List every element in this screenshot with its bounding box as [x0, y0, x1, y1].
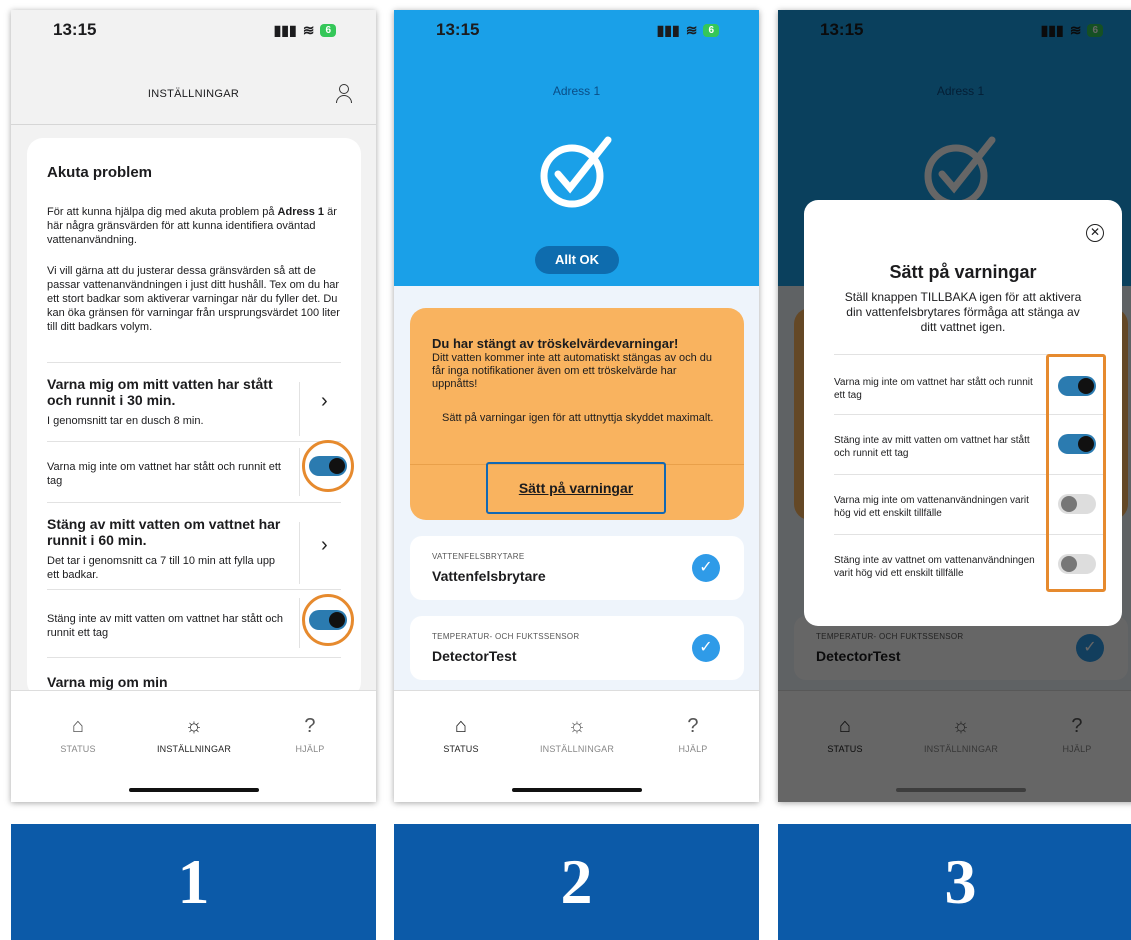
step-label: 1 — [11, 824, 376, 940]
help-icon: ? — [687, 715, 699, 737]
modal-row-label: Varna mig inte om vattenanvändningen var… — [834, 495, 1029, 519]
modal-row-label: Stäng inte av vattnet om vattenanvändnin… — [834, 555, 1035, 579]
highlight-box — [1046, 354, 1106, 592]
tab-status[interactable]: ⌂STATUS — [406, 715, 516, 754]
status-icons: ▮▮▮ ≋ 6 — [657, 22, 719, 39]
sensor-card[interactable]: TEMPERATUR- OCH FUKTSSENSOR DetectorTest… — [410, 616, 744, 680]
warning-card: Du har stängt av tröskelvärdevarningar! … — [410, 308, 744, 520]
profile-icon[interactable] — [334, 82, 354, 104]
chevron-right-icon[interactable]: › — [321, 390, 328, 413]
check-icon: ✓ — [692, 634, 720, 662]
tab-help[interactable]: ?HJÄLP — [255, 715, 365, 754]
sensor-caption: TEMPERATUR- OCH FUKTSSENSOR — [432, 632, 580, 641]
sensor-card[interactable]: VATTENFELSBRYTARE Vattenfelsbrytare ✓ — [410, 536, 744, 600]
wifi-icon: ≋ — [685, 21, 698, 38]
home-icon: ⌂ — [71, 715, 85, 737]
battery-icon: 6 — [320, 23, 336, 37]
phone-screen-settings: 13:15 ▮▮▮ ≋ 6 INSTÄLLNINGAR Akuta problem … — [11, 10, 376, 802]
step-labels: 1 2 3 — [0, 824, 1131, 940]
setting-2-title[interactable]: Stäng av mitt vatten om vattnet har runn… — [47, 516, 287, 548]
modal-subtitle: Ställ knappen TILLBAKA igen för att akti… — [844, 290, 1082, 334]
status-icons: ▮▮▮ ≋ 6 — [274, 22, 336, 39]
setting-1-title[interactable]: Varna mig om mitt vatten har stått och r… — [47, 376, 287, 408]
home-indicator — [511, 788, 642, 792]
setting-1-toggle-label: Varna mig inte om vattnet har stått och … — [47, 461, 281, 487]
setting-1-subtitle: I genomsnitt tar en dusch 8 min. — [47, 415, 204, 427]
tab-help[interactable]: ?HJÄLP — [638, 715, 748, 754]
enable-warnings-link[interactable]: Sätt på varningar — [486, 480, 666, 496]
tab-bar: ⌂STATUS ☼INSTÄLLNINGAR ?HJÄLP — [394, 690, 759, 802]
sensor-name: DetectorTest — [432, 648, 517, 664]
setting-3-title[interactable]: Varna mig om min — [47, 674, 168, 690]
status-bar: 13:15 ▮▮▮ ≋ 6 — [11, 10, 376, 68]
signal-icon: ▮▮▮ — [656, 21, 680, 38]
setting-2-toggle-label: Stäng inte av mitt vatten om vattnet har… — [47, 613, 284, 639]
modal-title: Sätt på varningar — [889, 262, 1037, 282]
gear-icon: ☼ — [184, 715, 204, 737]
tab-settings[interactable]: ☼INSTÄLLNINGAR — [139, 715, 249, 754]
status-badge: Allt OK — [535, 246, 619, 274]
intro-text: För att kunna hjälpa dig med akuta probl… — [47, 206, 337, 246]
highlight-circle — [302, 594, 354, 646]
modal-row-label: Stäng inte av mitt vatten om vattnet har… — [834, 435, 1030, 459]
modal-row-label: Varna mig inte om vattnet har stått och … — [834, 377, 1033, 401]
signal-icon: ▮▮▮ — [273, 21, 297, 38]
settings-card: Akuta problem För att kunna hjälpa dig m… — [27, 138, 361, 698]
home-icon: ⌂ — [454, 715, 468, 737]
phone-screen-status: 13:15 ▮▮▮ ≋ 6 Adress 1 Allt OK Du har stän… — [394, 10, 759, 802]
highlight-circle — [302, 440, 354, 492]
sensor-caption: VATTENFELSBRYTARE — [432, 552, 525, 561]
page-title: INSTÄLLNINGAR — [147, 88, 240, 100]
home-indicator — [128, 788, 259, 792]
warning-title: Du har stängt av tröskelvärdevarningar! — [432, 336, 679, 351]
warnings-modal: ✕ Sätt på varningar Ställ knappen TILLBA… — [804, 200, 1122, 626]
help-icon: ? — [304, 715, 316, 737]
section-title: Akuta problem — [47, 164, 153, 181]
warning-body-2: Sätt på varningar igen för att uttnyttja… — [442, 412, 714, 424]
chevron-right-icon[interactable]: › — [321, 534, 328, 557]
gear-icon: ☼ — [567, 715, 587, 737]
drop-check-icon — [536, 130, 620, 210]
tab-status[interactable]: ⌂STATUS — [23, 715, 133, 754]
status-bar: 13:15 ▮▮▮ ≋ 6 — [394, 10, 759, 68]
setting-2-subtitle: Det tar i genomsnitt ca 7 till 10 min at… — [47, 555, 276, 581]
status-time: 13:15 — [53, 20, 97, 39]
step-label: 3 — [778, 824, 1131, 940]
status-time: 13:15 — [436, 20, 480, 39]
check-icon: ✓ — [692, 554, 720, 582]
tab-bar: ⌂STATUS ☼INSTÄLLNINGAR ?HJÄLP — [11, 690, 376, 802]
close-icon[interactable]: ✕ — [1086, 224, 1104, 242]
step-label: 2 — [394, 824, 759, 940]
address-title: Adress 1 — [552, 84, 601, 98]
tab-settings[interactable]: ☼INSTÄLLNINGAR — [522, 715, 632, 754]
phone-screen-modal: 13:15 ▮▮▮≋6 Adress 1 TEMPERATUR- OCH FUK… — [778, 10, 1131, 802]
wifi-icon: ≋ — [302, 21, 315, 38]
intro-text-2: Vi vill gärna att du justerar dessa grän… — [47, 265, 340, 333]
warning-body: Ditt vatten kommer inte att automatiskt … — [432, 352, 713, 390]
battery-icon: 6 — [703, 23, 719, 37]
sensor-name: Vattenfelsbrytare — [432, 568, 546, 584]
